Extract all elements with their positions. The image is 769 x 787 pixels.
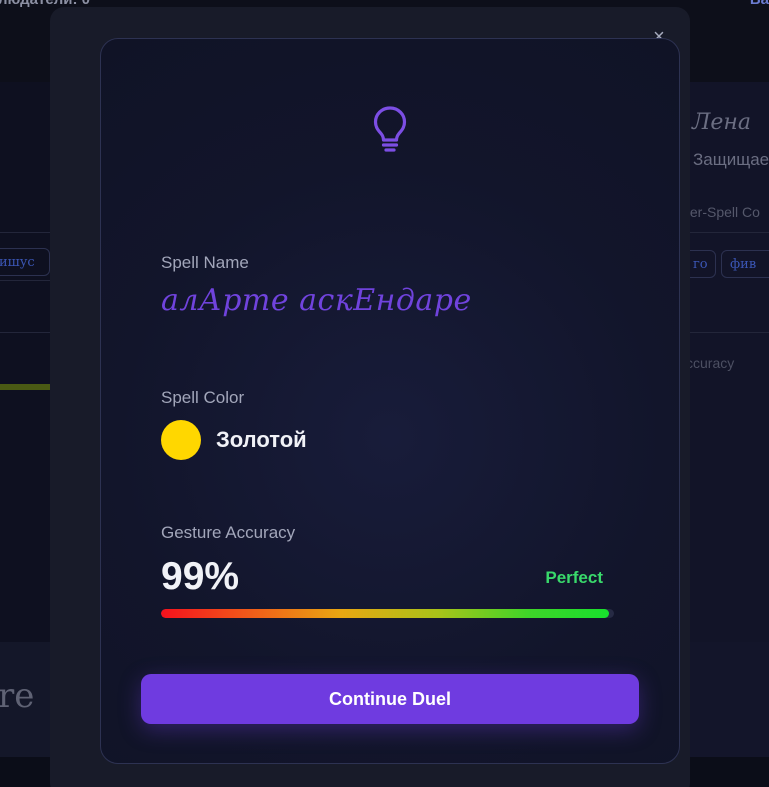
- background-header-link: Ва: [750, 0, 769, 8]
- background-accuracy-label: ccuracy: [686, 355, 735, 371]
- background-accuracy-bar: [0, 384, 52, 390]
- app-screen: людатели: 0 Ва ишус re Лена Защищае ter-…: [0, 0, 769, 787]
- background-opponent-name: Лена: [692, 110, 751, 135]
- spell-name-value: алАрте аскЕндаре: [161, 283, 472, 318]
- gesture-accuracy-value: 99%: [161, 555, 240, 598]
- background-spell-text: re: [0, 676, 35, 716]
- background-divider: [0, 232, 52, 233]
- background-chip: фив: [721, 250, 769, 278]
- background-left-panel: [0, 82, 52, 642]
- spell-result-card: Spell Name алАрте аскЕндаре Spell Color …: [100, 38, 680, 764]
- background-divider: [0, 280, 52, 281]
- background-mode-text: ter-Spell Co: [686, 204, 760, 220]
- background-chip: ишус: [0, 248, 50, 276]
- background-divider: [690, 232, 769, 233]
- continue-duel-button[interactable]: Continue Duel: [141, 674, 639, 724]
- background-opponent-status: Защищае: [693, 150, 769, 169]
- background-right-bottom-panel: [690, 642, 769, 757]
- accuracy-progress-bar: [161, 609, 614, 618]
- background-divider: [0, 332, 52, 333]
- spell-name-label: Spell Name: [161, 253, 249, 272]
- background-divider: [690, 332, 769, 333]
- lightbulb-icon: [373, 106, 407, 152]
- gesture-rating-text: Perfect: [545, 568, 603, 587]
- gesture-accuracy-label: Gesture Accuracy: [161, 523, 296, 542]
- spell-color-value: Золотой: [216, 427, 307, 452]
- accuracy-progress-fill: [161, 609, 610, 618]
- spell-color-label: Spell Color: [161, 388, 245, 407]
- spell-color-swatch: [161, 420, 201, 460]
